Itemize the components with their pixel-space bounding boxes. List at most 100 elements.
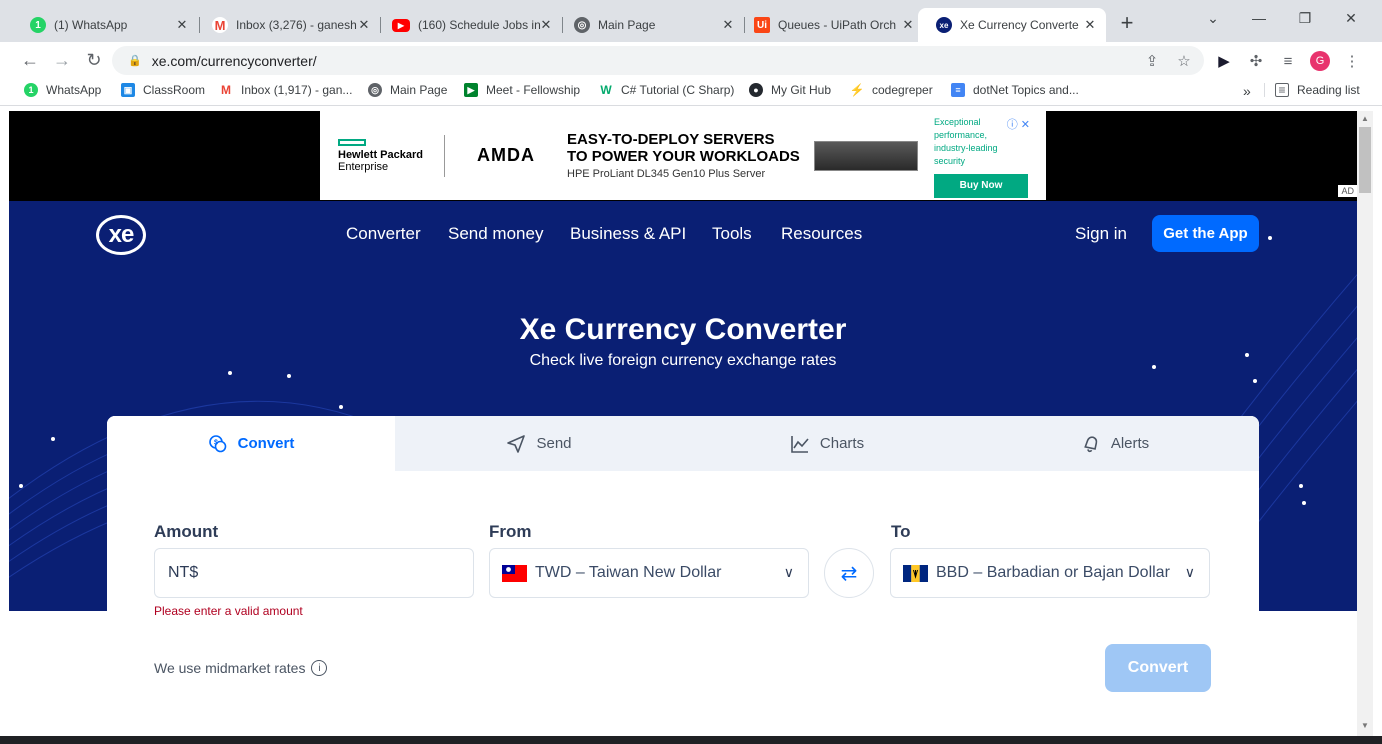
globe-icon: ◎ bbox=[574, 17, 590, 33]
media-control-icon[interactable]: ≡ bbox=[1278, 51, 1298, 71]
nav-converter[interactable]: Converter bbox=[346, 224, 421, 244]
scroll-down-icon[interactable]: ▼ bbox=[1361, 721, 1369, 730]
swap-icon: ⇄ bbox=[840, 562, 858, 585]
ad-side-text: Exceptional performance, industry-leadin… bbox=[934, 116, 998, 166]
close-window-button[interactable]: ✕ bbox=[1341, 10, 1361, 27]
bookmark-gmail[interactable]: M Inbox (1,917) - gan... bbox=[219, 83, 352, 97]
tab-whatsapp[interactable]: 1 (1) WhatsApp ✕ bbox=[12, 8, 198, 42]
bookmark-codegreper[interactable]: ⚡ codegreper bbox=[850, 83, 933, 97]
reading-list[interactable]: ≡ Reading list bbox=[1264, 83, 1360, 97]
amount-input[interactable]: NT$ bbox=[154, 548, 474, 598]
bookmark-meet[interactable]: ▶ Meet - Fellowship bbox=[464, 83, 580, 97]
bookmark-label: Meet - Fellowship bbox=[486, 83, 581, 97]
swap-currencies-button[interactable]: ⇄ bbox=[824, 548, 874, 598]
bookmark-classroom[interactable]: ▣ ClassRoom bbox=[121, 83, 205, 97]
barbados-flag-icon bbox=[903, 564, 928, 582]
address-bar[interactable]: 🔒 xe.com/currencyconverter/ bbox=[112, 46, 1204, 75]
close-icon[interactable]: ✕ bbox=[174, 17, 190, 33]
w3-icon: W bbox=[599, 83, 613, 97]
server-image bbox=[814, 140, 918, 171]
scroll-up-icon[interactable]: ▲ bbox=[1361, 114, 1369, 123]
bookmark-label: Inbox (1,917) - gan... bbox=[241, 83, 353, 97]
bookmark-csharp[interactable]: W C# Tutorial (C Sharp) bbox=[599, 83, 734, 97]
back-icon[interactable]: ← bbox=[19, 50, 41, 70]
extension-play-icon[interactable]: ▶ bbox=[1214, 51, 1234, 71]
ad-banner: Hewlett Packard Enterprise AMDA EASY-TO-… bbox=[9, 111, 1357, 201]
ad-side: Exceptional performance, industry-leadin… bbox=[934, 116, 1030, 198]
lock-icon[interactable]: 🔒 bbox=[128, 54, 142, 67]
bookmark-whatsapp[interactable]: 1 WhatsApp bbox=[24, 83, 101, 97]
hpe-logo: Hewlett Packard Enterprise bbox=[320, 138, 442, 173]
convert-button[interactable]: Convert bbox=[1105, 644, 1211, 692]
tab-gmail[interactable]: M Inbox (3,276) - ganesh ✕ bbox=[194, 8, 380, 42]
bookmark-github[interactable]: ● My Git Hub bbox=[749, 83, 831, 97]
sign-in-link[interactable]: Sign in bbox=[1075, 224, 1127, 244]
youtube-icon: ▶ bbox=[392, 18, 410, 32]
nav-send-money[interactable]: Send money bbox=[448, 224, 543, 244]
forward-icon[interactable]: → bbox=[51, 50, 73, 70]
ad-product: HPE ProLiant DL345 Gen10 Plus Server bbox=[567, 168, 766, 180]
midmarket-note: We use midmarket rates i bbox=[154, 660, 328, 676]
restore-button[interactable]: ❐ bbox=[1295, 10, 1315, 27]
get-app-button[interactable]: Get the App bbox=[1152, 215, 1259, 252]
ad-brand: Hewlett Packard bbox=[338, 148, 423, 161]
ad-content[interactable]: Hewlett Packard Enterprise AMDA EASY-TO-… bbox=[320, 111, 1046, 200]
from-currency-value: TWD – Taiwan New Dollar bbox=[535, 564, 722, 581]
tab-uipath[interactable]: Ui Queues - UiPath Orch ✕ bbox=[736, 8, 924, 42]
minimize-button[interactable]: — bbox=[1249, 10, 1269, 26]
chevron-down-icon: ∨ bbox=[783, 564, 794, 580]
url-text[interactable]: xe.com/currencyconverter/ bbox=[152, 53, 317, 69]
bookmark-label: Main Page bbox=[390, 83, 448, 97]
bookmarks-overflow[interactable]: » bbox=[1243, 83, 1251, 99]
to-currency-select[interactable]: BBD – Barbadian or Bajan Dollar ∨ bbox=[890, 548, 1210, 598]
gmail-icon: M bbox=[212, 17, 228, 33]
to-currency-value: BBD – Barbadian or Bajan Dollar bbox=[936, 564, 1170, 581]
bookmark-label: dotNet Topics and... bbox=[973, 83, 1079, 97]
bookmarks-bar: 1 WhatsApp ▣ ClassRoom M Inbox (1,917) - ga… bbox=[0, 78, 1382, 106]
meet-icon: ▶ bbox=[464, 83, 478, 97]
profile-avatar[interactable]: G bbox=[1310, 51, 1330, 71]
xe-logo[interactable]: xe bbox=[96, 215, 146, 255]
reload-icon[interactable]: ↻ bbox=[83, 50, 105, 70]
tab-convert[interactable]: $ Convert bbox=[107, 416, 395, 471]
close-icon[interactable]: ✕ bbox=[900, 17, 916, 33]
amount-value[interactable]: NT$ bbox=[168, 564, 198, 582]
nav-resources[interactable]: Resources bbox=[781, 224, 862, 244]
menu-icon[interactable]: ⋮ bbox=[1342, 51, 1362, 71]
tab-search-icon[interactable]: ⌄ bbox=[1203, 10, 1223, 27]
close-icon[interactable]: ✕ bbox=[1082, 17, 1098, 33]
tab-alerts[interactable]: Alerts bbox=[971, 416, 1259, 471]
page-scrollbar[interactable]: ▲ ▼ bbox=[1357, 111, 1373, 744]
extensions-icon[interactable]: ✣ bbox=[1246, 51, 1266, 71]
bookmark-label: My Git Hub bbox=[771, 83, 832, 97]
share-icon[interactable]: ⇪ bbox=[1142, 51, 1162, 71]
bookmark-main-page[interactable]: ◎ Main Page bbox=[368, 83, 447, 97]
tab-main-page[interactable]: ◎ Main Page ✕ bbox=[556, 8, 744, 42]
taskbar-edge bbox=[0, 736, 1382, 744]
chart-icon bbox=[791, 435, 809, 453]
from-currency-select[interactable]: TWD – Taiwan New Dollar ∨ bbox=[489, 548, 809, 598]
tab-youtube[interactable]: ▶ (160) Schedule Jobs in ✕ bbox=[374, 8, 562, 42]
bookmark-dotnet[interactable]: ≡ dotNet Topics and... bbox=[951, 83, 1079, 97]
tab-charts[interactable]: Charts bbox=[683, 416, 971, 471]
scrollbar-thumb[interactable] bbox=[1359, 127, 1371, 193]
ad-buy-button[interactable]: Buy Now bbox=[934, 173, 1028, 198]
tab-send[interactable]: Send bbox=[395, 416, 683, 471]
nav-business-api[interactable]: Business & API bbox=[570, 224, 686, 244]
close-icon[interactable]: ✕ bbox=[538, 17, 554, 33]
bookmark-star-icon[interactable]: ☆ bbox=[1174, 51, 1194, 71]
ad-headline: TO POWER YOUR WORKLOADS bbox=[567, 148, 800, 165]
ad-close-icon[interactable]: ⓘ ✕ bbox=[1007, 116, 1030, 132]
amount-label: Amount bbox=[154, 522, 219, 541]
converter-card: $ Convert Send Charts Alerts Amount From bbox=[107, 416, 1259, 744]
new-tab-button[interactable]: + bbox=[1116, 12, 1138, 34]
tab-xe[interactable]: xe Xe Currency Converte ✕ bbox=[918, 8, 1106, 42]
send-icon bbox=[507, 434, 526, 453]
page-viewport: Hewlett Packard Enterprise AMDA EASY-TO-… bbox=[9, 111, 1357, 744]
tab-label: Alerts bbox=[1110, 435, 1150, 452]
globe-icon: ◎ bbox=[368, 83, 382, 97]
nav-tools[interactable]: Tools bbox=[712, 224, 752, 244]
info-icon[interactable]: i bbox=[311, 660, 328, 676]
close-icon[interactable]: ✕ bbox=[720, 17, 736, 33]
close-icon[interactable]: ✕ bbox=[356, 17, 372, 33]
